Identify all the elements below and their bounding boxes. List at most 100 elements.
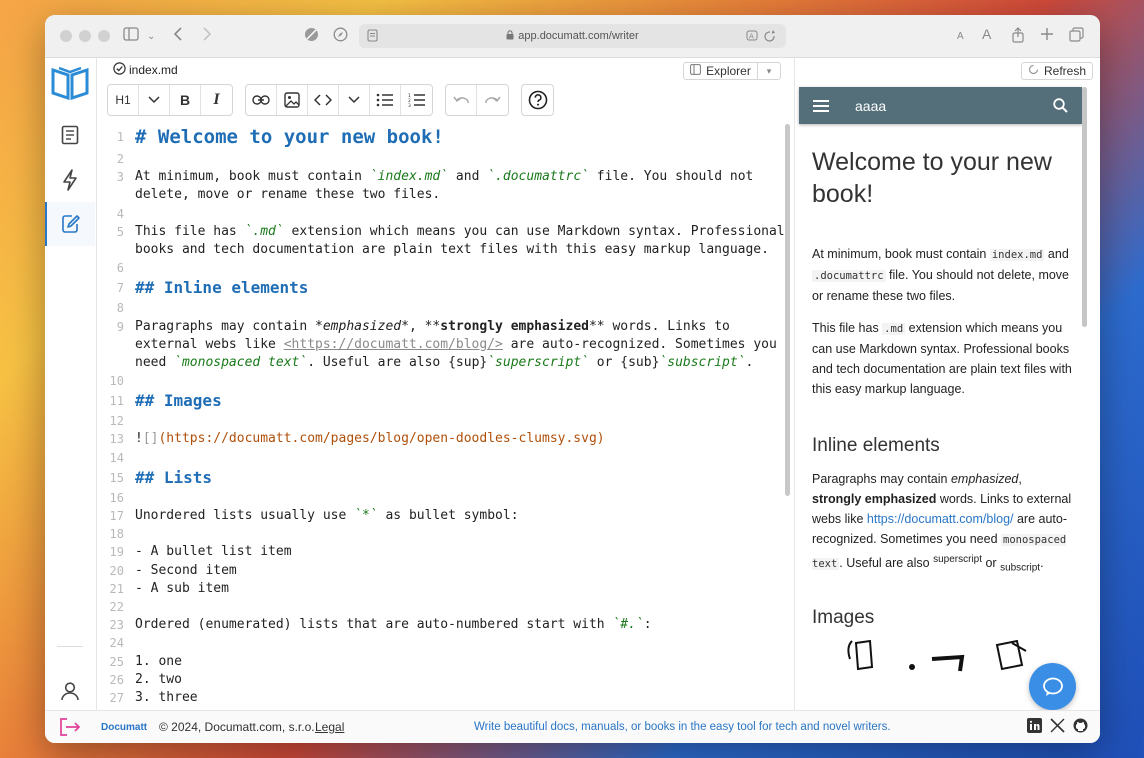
bold-button[interactable]: B	[170, 85, 201, 115]
page-icon	[367, 29, 378, 45]
preview-paragraph: At minimum, book must contain index.md a…	[812, 247, 1070, 303]
search-icon[interactable]	[1038, 98, 1082, 113]
code-line: 18	[109, 527, 124, 542]
footer-brand-logo[interactable]: Documatt	[101, 722, 147, 733]
code-line: 17 Unordered lists usually use `*` as bul…	[109, 508, 519, 523]
code-line: 8	[116, 301, 124, 316]
link-icon[interactable]	[246, 85, 277, 115]
browser-window: ⌄ app.documatt.com/writer A A A index.md…	[45, 15, 1100, 743]
chevron-down-icon[interactable]: ⌄	[147, 29, 155, 45]
italic-button[interactable]: I	[201, 85, 232, 115]
linkedin-icon[interactable]	[1027, 718, 1042, 736]
heading-dropdown-chevron-icon[interactable]	[139, 85, 170, 115]
bullet-list-icon[interactable]	[370, 85, 401, 115]
heading-button[interactable]: H1	[108, 85, 139, 115]
code-line: 1 # Welcome to your new book!	[116, 126, 444, 148]
code-line: 6	[116, 261, 124, 276]
code-line-wrap: external webs like <https://documatt.com…	[135, 336, 777, 352]
minimize-window-button[interactable]	[79, 30, 91, 42]
code-line: 12	[109, 414, 124, 429]
help-group	[521, 84, 554, 116]
preview-scrollbar[interactable]	[1082, 87, 1087, 327]
footer-legal-link[interactable]: Legal	[315, 720, 344, 734]
preview-link[interactable]: https://documatt.com/blog/	[867, 512, 1014, 526]
extension-block-icon[interactable]	[304, 27, 319, 46]
code-line: 3 At minimum, book must contain `index.md…	[116, 169, 754, 185]
address-bar[interactable]: app.documatt.com/writer A	[359, 24, 786, 48]
lightning-icon[interactable]	[45, 158, 95, 202]
code-line: 9 Paragraphs may contain *emphasized*, **…	[116, 318, 730, 334]
code-line: 21- A sub item	[109, 580, 229, 596]
preview-paragraph: This file has .md extension which means …	[812, 321, 1072, 396]
file-tab[interactable]: index.md	[113, 62, 178, 78]
code-line: 10	[109, 374, 124, 389]
image-icon[interactable]	[277, 85, 308, 115]
code-line: 14	[109, 450, 124, 465]
code-icon[interactable]	[308, 85, 339, 115]
documatt-logo-icon[interactable]	[45, 60, 95, 106]
code-line-wrap: need `monospaced text`. Useful are also …	[135, 354, 754, 370]
github-icon[interactable]	[1073, 718, 1088, 736]
compass-icon[interactable]	[333, 27, 348, 46]
preview-h2: Images	[812, 606, 875, 628]
preview-paragraph: Paragraphs may contain emphasized, stron…	[812, 472, 1072, 574]
text-smaller-icon[interactable]: A	[957, 29, 964, 45]
tab-overview-icon[interactable]	[1069, 27, 1084, 46]
code-line: 25 1. one	[109, 653, 182, 669]
explorer-button[interactable]: Explorer ▾	[683, 62, 781, 80]
back-arrow-icon[interactable]	[173, 27, 183, 45]
code-line: 7 ## Inline elements	[116, 278, 309, 298]
undo-icon[interactable]	[446, 85, 477, 115]
preview-h2: Inline elements	[812, 435, 940, 456]
explorer-dropdown-chevron-icon[interactable]: ▾	[758, 66, 780, 77]
explorer-panel-icon	[690, 64, 702, 78]
file-name: index.md	[129, 63, 178, 77]
code-line: 26 2. two	[109, 671, 182, 687]
format-group: H1 B I	[107, 84, 233, 116]
code-line: 5 This file has `.md` extension which mea…	[116, 223, 785, 239]
markdown-editor-pane: index.md Explorer ▾ H1 B I 1 2 3 1 # Wel…	[97, 58, 794, 710]
code-line: 15 ## Lists	[109, 467, 213, 487]
code-line-wrap: delete, move or rename these two files.	[135, 187, 441, 203]
insert-group: 123	[245, 84, 433, 116]
url-text: app.documatt.com/writer	[518, 30, 639, 42]
refresh-label: Refresh	[1043, 64, 1087, 78]
code-line: 11 ## Images	[109, 391, 222, 411]
social-links	[1027, 718, 1088, 736]
new-tab-icon[interactable]	[1040, 27, 1054, 45]
zoom-window-button[interactable]	[98, 30, 110, 42]
translate-reload-icons[interactable]: A	[746, 29, 778, 46]
text-larger-icon[interactable]: A	[982, 26, 991, 42]
chat-help-button[interactable]	[1029, 663, 1076, 710]
preview-h1: Welcome to your new book!	[812, 148, 1052, 208]
book-icon[interactable]	[45, 113, 95, 157]
code-line-wrap: books and tech documentation are plain t…	[135, 241, 769, 257]
numbered-list-icon[interactable]: 123	[401, 85, 432, 115]
preview-content: Welcome to your new book! At minimum, bo…	[812, 128, 1074, 708]
hamburger-menu-icon[interactable]	[799, 99, 843, 112]
code-line: 23 Ordered (enumerated) lists that are au…	[109, 617, 652, 633]
help-question-icon[interactable]	[522, 85, 553, 115]
logout-icon[interactable]	[58, 717, 82, 740]
code-line: 20- Second item	[109, 562, 237, 578]
insert-dropdown-chevron-icon[interactable]	[339, 85, 370, 115]
forward-arrow-icon[interactable]	[202, 27, 212, 45]
code-editor[interactable]: 1 # Welcome to your new book! 2 3 At minim…	[97, 124, 787, 710]
sidebar-toggle-icon[interactable]	[123, 27, 139, 45]
user-icon[interactable]	[45, 669, 95, 713]
share-icon[interactable]	[1011, 27, 1025, 47]
app-footer: Documatt © 2024, Documatt.com, s.r.o. Le…	[45, 710, 1100, 743]
sidebar-divider	[57, 646, 83, 647]
editor-toolbar: H1 B I 1 2 3	[107, 84, 554, 116]
writer-edit-icon[interactable]	[45, 202, 95, 246]
refresh-button[interactable]: Refresh	[1021, 62, 1093, 80]
code-line: 13 ![](https://documatt.com/pages/blog/op…	[109, 431, 605, 447]
app-sidebar	[45, 58, 97, 710]
editor-scrollbar[interactable]	[785, 124, 790, 496]
close-window-button[interactable]	[60, 30, 72, 42]
svg-text:A: A	[749, 33, 754, 41]
documatt-app: index.md Explorer ▾ H1 B I 1 2 3 1 # Wel…	[45, 58, 1100, 743]
x-twitter-icon[interactable]	[1050, 718, 1065, 736]
redo-icon[interactable]	[477, 85, 508, 115]
code-line: 2	[116, 152, 124, 166]
